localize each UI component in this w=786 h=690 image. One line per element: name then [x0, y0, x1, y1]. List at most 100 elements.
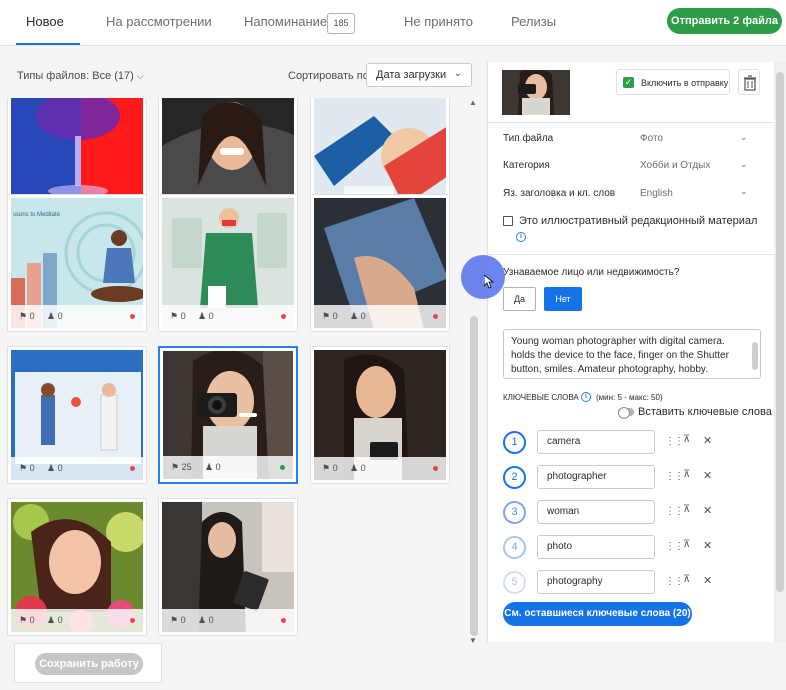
chevron-down-icon[interactable]: ⌄ — [740, 159, 748, 170]
filter-bar: Типы файлов: Все (17) ⌵ Сортировать по Д… — [0, 46, 484, 98]
sort-label: Сортировать по — [288, 70, 369, 82]
file-card[interactable]: ⚑ 0 ♟ 0 — [310, 194, 450, 332]
tab-releases[interactable]: Релизы — [511, 14, 556, 29]
keyword-input[interactable]: camera — [537, 430, 655, 454]
move-to-top-icon[interactable]: ⊼ — [683, 434, 690, 445]
tab-new[interactable]: Новое — [26, 14, 64, 29]
file-types-filter[interactable]: Типы файлов: Все (17) ⌵ — [17, 70, 144, 82]
people-icon: ♟ 0 — [47, 615, 63, 625]
status-dot — [130, 466, 135, 471]
tag-icon: ⚑ 0 — [170, 311, 186, 321]
remove-keyword-icon[interactable]: ✕ — [703, 434, 712, 447]
drag-handle-icon[interactable]: ⋮⋮ — [665, 541, 684, 552]
file-type-label: Тип файла — [503, 133, 554, 144]
see-remaining-keywords-button[interactable]: См. оставшиеся ключевые слова (20) — [503, 602, 692, 626]
tab-in-review[interactable]: На рассмотрении — [106, 14, 212, 29]
file-card[interactable]: ⚑ 0 ♟ 0 — [158, 194, 298, 332]
file-card[interactable]: ssons to Meditate ⚑ 0 ♟ 0 — [7, 194, 147, 332]
drag-handle-icon[interactable]: ⋮⋮ — [665, 506, 684, 517]
file-card[interactable]: ⚑ 0 ♟ 0 — [7, 346, 147, 484]
keyword-input[interactable]: woman — [537, 500, 655, 524]
move-to-top-icon[interactable]: ⊼ — [683, 574, 690, 585]
info-icon[interactable]: i — [516, 232, 526, 242]
chevron-down-icon[interactable]: ⌄ — [740, 132, 748, 143]
drag-handle-icon[interactable]: ⋮⋮ — [665, 471, 684, 482]
scroll-up-icon[interactable]: ▲ — [469, 98, 477, 107]
save-work-button[interactable]: Сохранить работу — [35, 653, 143, 675]
drag-handle-icon[interactable]: ⋮⋮ — [665, 576, 684, 587]
checkmark-icon: ✓ — [623, 77, 634, 88]
panel-scrollbar-thumb[interactable] — [776, 72, 784, 592]
no-button[interactable]: Нет — [544, 287, 582, 311]
move-to-top-icon[interactable]: ⊼ — [683, 469, 690, 480]
people-icon: ♟ 0 — [47, 311, 63, 321]
card-meta: ⚑ 0 ♟ 0 — [314, 457, 446, 480]
file-card[interactable]: ⚑ 0 ♟ 0 — [7, 498, 147, 636]
delete-button[interactable] — [738, 69, 760, 95]
tag-icon: ⚑ 0 — [19, 463, 35, 473]
include-in-submission-checkbox[interactable]: ✓ Включить в отправку — [616, 69, 730, 95]
move-to-top-icon[interactable]: ⊼ — [683, 504, 690, 515]
status-dot — [130, 618, 135, 623]
chevron-down-icon: ⌵ — [136, 71, 144, 81]
keyword-number: 2 — [503, 466, 526, 489]
remove-keyword-icon[interactable]: ✕ — [703, 574, 712, 587]
divider — [488, 122, 775, 123]
save-work-container: Сохранить работу — [14, 643, 162, 683]
keyword-input[interactable]: photography — [537, 570, 655, 594]
drag-handle-icon[interactable]: ⋮⋮ — [665, 436, 684, 447]
keyword-number: 5 — [503, 571, 526, 594]
tag-icon: ⚑ 25 — [171, 462, 192, 472]
file-grid: ⚑ 0 ♟ 0 ⚑ 0 ♟ 0 — [0, 98, 466, 646]
tab-reminder[interactable]: Напоминание — [244, 14, 327, 29]
remove-keyword-icon[interactable]: ✕ — [703, 469, 712, 482]
grid-scrollbar-thumb[interactable] — [470, 316, 478, 636]
keyword-input[interactable]: photographer — [537, 465, 655, 489]
scroll-down-icon[interactable]: ▼ — [469, 636, 477, 645]
status-dot — [433, 314, 438, 319]
chevron-down-icon[interactable]: ⌄ — [740, 186, 748, 197]
language-label: Яз. заголовка и кл. слов — [503, 188, 616, 199]
status-dot — [281, 314, 286, 319]
panel-scrollbar[interactable] — [774, 62, 786, 642]
description-textarea[interactable]: Young woman photographer with digital ca… — [503, 329, 761, 379]
file-card[interactable]: ⚑ 0 ♟ 0 — [158, 498, 298, 636]
send-files-button[interactable]: Отправить 2 файла — [667, 8, 782, 34]
tab-not-accepted[interactable]: Не принято — [404, 14, 473, 29]
status-dot — [281, 618, 286, 623]
illustrative-editorial-checkbox[interactable] — [503, 216, 513, 226]
category-select[interactable]: Хобби и Отдых — [640, 160, 710, 171]
status-dot — [130, 314, 135, 319]
textarea-scrollbar[interactable] — [752, 342, 758, 370]
file-type-select[interactable]: Фото — [640, 133, 663, 144]
file-card-selected[interactable]: ⚑ 25 ♟ 0 — [158, 346, 298, 484]
insert-keywords-toggle[interactable] — [618, 407, 634, 419]
remove-keyword-icon[interactable]: ✕ — [703, 539, 712, 552]
grid-scrollbar[interactable]: ▲ ▼ — [468, 98, 480, 646]
illustrative-editorial-label: Это иллюстративный редакционный материал — [519, 215, 758, 227]
people-icon: ♟ 0 — [198, 615, 214, 625]
card-meta: ⚑ 0 ♟ 0 — [162, 305, 294, 328]
chevron-down-icon: ⌄ — [453, 68, 462, 79]
keyword-input[interactable]: photo — [537, 535, 655, 559]
keyword-number: 4 — [503, 536, 526, 559]
insert-keywords-label: Вставить ключевые слова — [638, 406, 772, 418]
people-icon: ♟ 0 — [47, 463, 63, 473]
cursor-highlight — [461, 255, 505, 299]
keyword-row: 2 photographer ⋮⋮ ⊼ ✕ — [503, 465, 763, 491]
sort-select[interactable]: Дата загрузки ⌄ — [366, 63, 472, 87]
people-icon: ♟ 0 — [198, 311, 214, 321]
language-select[interactable]: English — [640, 188, 673, 199]
keyword-row: 3 woman ⋮⋮ ⊼ ✕ — [503, 500, 763, 526]
status-dot — [433, 466, 438, 471]
info-icon[interactable]: i — [581, 392, 591, 402]
card-meta: ⚑ 25 ♟ 0 — [163, 456, 293, 479]
file-card[interactable]: ⚑ 0 ♟ 0 — [310, 346, 450, 484]
card-meta: ⚑ 0 ♟ 0 — [162, 609, 294, 632]
keyword-row: 5 photography ⋮⋮ ⊼ ✕ — [503, 570, 763, 596]
card-meta: ⚑ 0 ♟ 0 — [11, 609, 143, 632]
keyword-number: 1 — [503, 431, 526, 454]
yes-button[interactable]: Да — [503, 287, 536, 311]
move-to-top-icon[interactable]: ⊼ — [683, 539, 690, 550]
remove-keyword-icon[interactable]: ✕ — [703, 504, 712, 517]
